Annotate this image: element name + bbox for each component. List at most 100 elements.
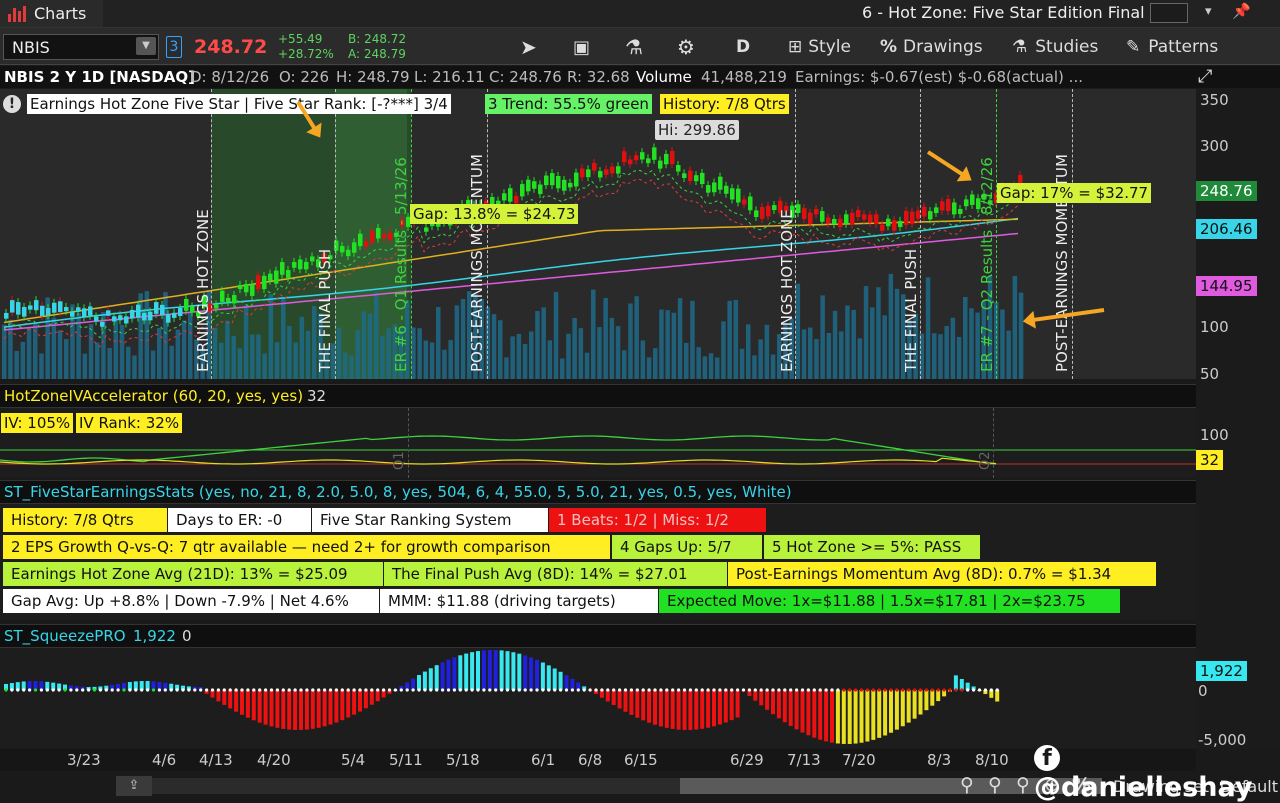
patterns-button[interactable]: ✎ Patterns [1126, 34, 1218, 60]
share-button[interactable]: ➤ [520, 34, 537, 60]
squeeze-study-header[interactable]: ST_SqueezePRO 1,922 0 [0, 624, 1196, 648]
date-axis[interactable]: 3/23 4/6 4/13 4/20 5/4 5/11 5/18 6/1 6/8… [0, 749, 1196, 771]
squeeze-dot [494, 688, 498, 692]
candle-body [154, 302, 159, 314]
squeeze-bar [700, 690, 705, 729]
price-pane[interactable]: EARNINGS HOT ZONE THE FINAL PUSH ER #6 -… [0, 89, 1196, 379]
squeeze-bar [611, 690, 616, 706]
volume-bar [665, 310, 670, 379]
candle-body [958, 208, 963, 214]
candle-body [310, 256, 315, 262]
squeeze-dot [45, 688, 49, 692]
stats-study-header[interactable]: ST_FiveStarEarningsStats (yes, no, 21, 8… [0, 480, 1196, 504]
squeeze-bar [352, 690, 357, 715]
squeeze-dot [364, 688, 368, 692]
squeeze-dot [983, 688, 988, 692]
stat-cell: Gap Avg: Up +8.8% | Down -7.9% | Net 4.6… [3, 589, 379, 613]
volume-bar [386, 328, 391, 379]
stats-pane[interactable]: History: 7/8 Qtrs Days to ER: -0 Five St… [0, 504, 1196, 620]
volume-bar [566, 333, 571, 379]
squeeze-pane[interactable] [0, 648, 1196, 748]
volume-bar [560, 358, 565, 379]
squeeze-dot [210, 688, 215, 692]
squeeze-dot [836, 688, 840, 692]
squeeze-dot [789, 688, 793, 692]
price-axis[interactable]: 350 300 150 100 50 248.76 206.46 144.95 … [1196, 89, 1280, 749]
iv-badge: IV: 105% [1, 413, 74, 433]
quarter-divider [993, 408, 994, 478]
candle-body [532, 181, 537, 189]
iv-study-header[interactable]: HotZoneIVAccelerator (60, 20, yes, yes) … [0, 384, 1196, 408]
squeeze-bar [794, 690, 799, 730]
period-button[interactable]: D [736, 34, 750, 60]
squeeze-dot [547, 688, 551, 692]
alert-icon[interactable]: ! [3, 95, 21, 113]
bar-date: D: 8/12/26 [190, 68, 270, 86]
squeeze-dot [960, 688, 964, 692]
candle-body [16, 302, 21, 315]
volume-bar [894, 288, 900, 379]
squeeze-dot [570, 688, 575, 692]
x-tick: 3/23 [67, 751, 101, 769]
settings-button[interactable]: ⚙ [677, 34, 695, 60]
candle-body [730, 188, 735, 200]
squeeze-bar [841, 690, 846, 744]
volume-bar [522, 343, 528, 379]
squeeze-bar [924, 690, 929, 711]
candle-body [304, 261, 309, 270]
volume-bar [361, 311, 367, 379]
pattern-icon: ✎ [1126, 37, 1141, 57]
zoom-in-icon[interactable]: ⚲ [988, 774, 1002, 796]
squeeze-value-2: 0 [182, 627, 192, 645]
iv-pane[interactable]: Q1 Q2 IV: 105% IV Rank: 32% [0, 408, 1196, 478]
squeeze-bar [900, 690, 905, 727]
home-button[interactable]: ⇪ [116, 776, 152, 796]
expand-icon[interactable]: ⤢ [1198, 66, 1212, 87]
candle-body [802, 208, 807, 219]
volume-bar [851, 309, 856, 379]
candle-body [40, 305, 45, 317]
studies-button[interactable]: ⚗ Studies [1012, 34, 1098, 60]
x-tick: 6/1 [531, 751, 556, 769]
squeeze-dot [458, 688, 462, 692]
squeeze-bar [812, 690, 817, 738]
stat-cell: Earnings Hot Zone Avg (21D): 13% = $25.0… [3, 562, 383, 586]
link-group-badge[interactable]: 3 [166, 36, 182, 58]
squeeze-dot [511, 688, 515, 692]
grid-layout-box[interactable] [1150, 3, 1188, 23]
zoom-area-icon[interactable]: ⚲ [1016, 774, 1030, 796]
calendar-button[interactable]: ▣ [573, 34, 590, 60]
squeeze-bar [269, 690, 274, 727]
volume-bar [188, 311, 193, 379]
squeeze-dot [476, 688, 480, 692]
flask-button[interactable]: ⚗ [625, 34, 643, 60]
squeeze-dot [269, 688, 274, 692]
pin-icon[interactable]: 📌 [1232, 2, 1251, 20]
volume-bar [293, 342, 298, 379]
chevron-down-icon[interactable]: ▾ [1205, 4, 1212, 19]
zoom-out-icon[interactable]: ⚲ [960, 774, 974, 796]
iv-study-value: 32 [307, 387, 327, 405]
style-button[interactable]: ⊞ Style [788, 34, 851, 60]
candle-body [376, 227, 381, 239]
squeeze-dot [806, 688, 811, 692]
x-tick: 5/11 [389, 751, 423, 769]
squeeze-dot [28, 688, 32, 692]
squeeze-dot [966, 688, 970, 692]
squeeze-dot [293, 688, 297, 692]
charts-tab[interactable]: Charts [0, 0, 103, 27]
squeeze-bar [428, 668, 433, 690]
y-tick: 100 [1200, 318, 1229, 336]
squeeze-dot [848, 688, 852, 692]
squeeze-dot [901, 688, 905, 692]
squeeze-dot [405, 688, 409, 692]
candle-body [952, 202, 957, 215]
symbol-dropdown-icon[interactable]: ▼ [136, 37, 156, 55]
candle-body [364, 241, 369, 247]
volume-bar [1000, 309, 1005, 379]
volume-bar [274, 342, 280, 379]
symbol-input[interactable]: NBIS ▼ [3, 34, 159, 60]
volume-bar [882, 315, 887, 379]
bid-price: B: 248.72 [348, 32, 407, 46]
drawings-button[interactable]: % Drawings [880, 34, 983, 60]
